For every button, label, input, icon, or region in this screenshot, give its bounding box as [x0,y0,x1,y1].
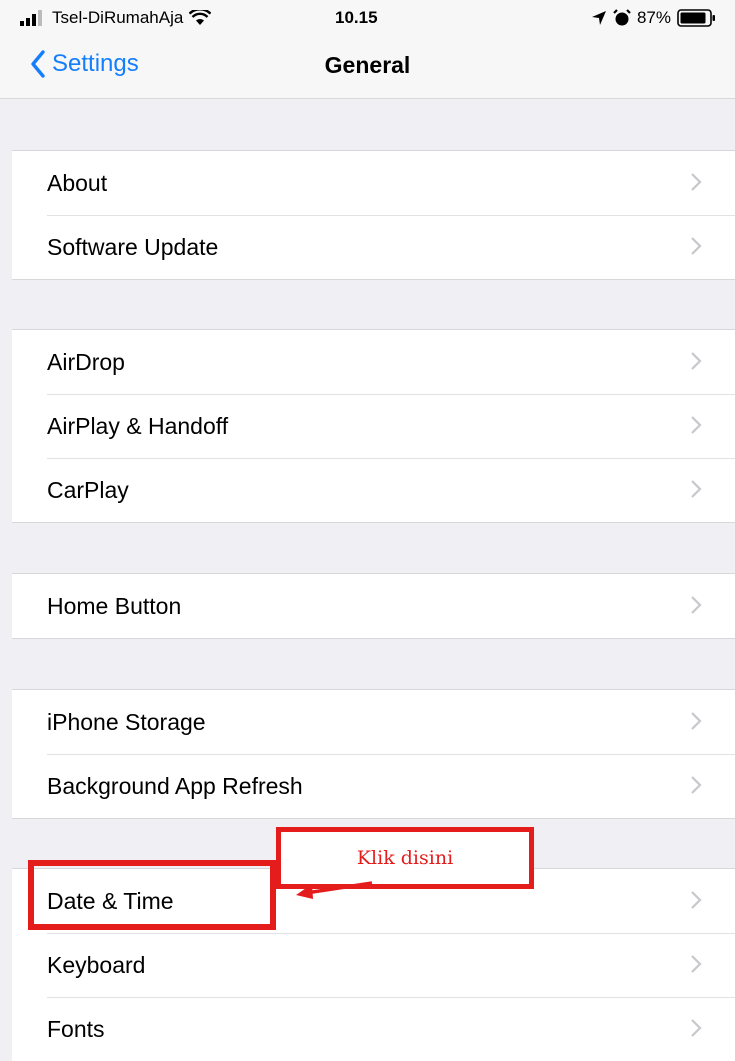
wifi-icon [189,10,212,25]
chevron-right-icon [691,891,702,909]
settings-group-1: About Software Update [12,150,735,280]
alarm-icon [613,9,631,26]
row-fonts[interactable]: Fonts [12,997,735,1061]
row-label: Home Button [47,592,182,619]
chevron-right-icon [691,173,702,191]
highlight-box [28,860,276,930]
row-label: AirDrop [47,348,125,375]
status-left: Tsel-DiRumahAja [20,8,212,28]
signal-icon [20,10,42,26]
chevron-right-icon [691,712,702,730]
row-home-button[interactable]: Home Button [12,574,735,638]
row-label: AirPlay & Handoff [47,412,229,439]
row-background-app-refresh[interactable]: Background App Refresh [12,754,735,818]
row-label: Background App Refresh [47,772,303,799]
chevron-right-icon [691,237,702,255]
chevron-right-icon [691,352,702,370]
row-label: iPhone Storage [47,708,206,735]
row-airplay-handoff[interactable]: AirPlay & Handoff [12,394,735,458]
battery-percent: 87% [636,8,671,27]
settings-group-4: iPhone Storage Background App Refresh [12,689,735,819]
annotation-arrow [296,881,373,899]
status-bar: Tsel-DiRumahAja 10.15 87% [0,0,735,36]
status-right: 87% [591,8,717,28]
chevron-right-icon [691,416,702,434]
row-iphone-storage[interactable]: iPhone Storage [12,690,735,754]
row-label: Keyboard [47,951,146,978]
settings-group-3: Home Button [12,573,735,639]
row-carplay[interactable]: CarPlay [12,458,735,522]
row-software-update[interactable]: Software Update [12,215,735,279]
battery-icon [677,9,715,27]
row-airdrop[interactable]: AirDrop [12,330,735,394]
row-keyboard[interactable]: Keyboard [12,933,735,997]
row-label: Fonts [47,1015,105,1042]
carrier-name: Tsel-DiRumahAja [52,8,184,27]
settings-group-2: AirDrop AirPlay & Handoff CarPlay [12,329,735,523]
row-label: About [47,169,108,196]
chevron-right-icon [691,955,702,973]
row-label: CarPlay [47,476,129,503]
status-time: 10.15 [335,8,378,27]
navigation-bar: Settings General [0,36,735,99]
location-icon [591,11,606,25]
row-label: Software Update [47,233,219,260]
row-about[interactable]: About [12,151,735,215]
chevron-right-icon [691,596,702,614]
chevron-right-icon [691,480,702,498]
page-title: General [324,52,411,78]
chevron-right-icon [691,1019,702,1037]
chevron-right-icon [691,776,702,794]
